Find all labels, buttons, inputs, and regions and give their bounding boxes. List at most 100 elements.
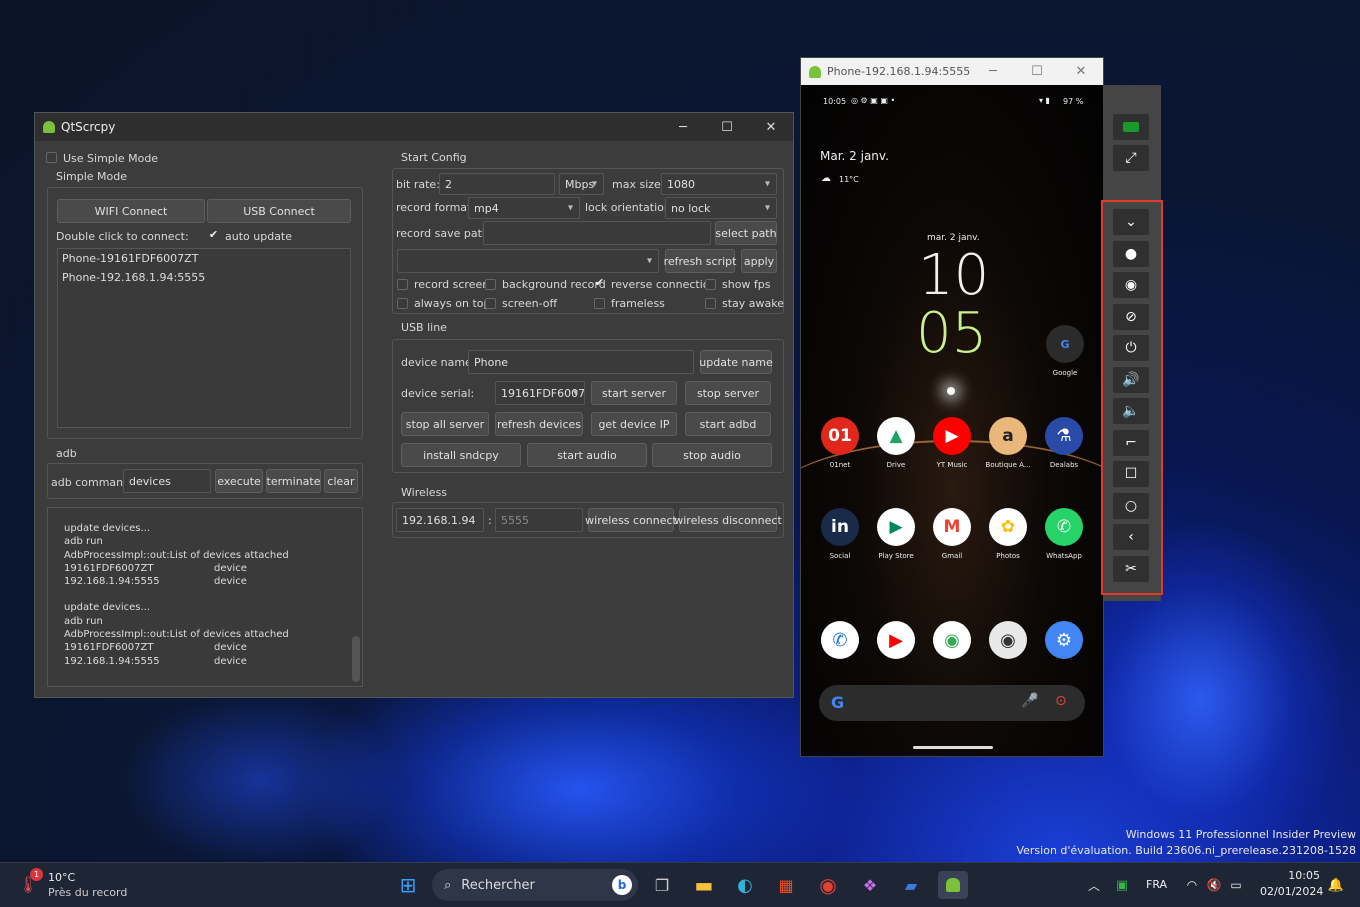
stop-audio-button[interactable]: stop audio	[652, 443, 772, 467]
port-input[interactable]: 5555	[495, 508, 583, 532]
start-server-button[interactable]: start server	[591, 381, 677, 405]
lock-orientation-select[interactable]: no lock	[665, 197, 777, 219]
dock-app-icon[interactable]: ◉	[989, 621, 1027, 659]
app-icon[interactable]: ▶ YT Music	[926, 417, 978, 469]
fullscreen-icon[interactable]: ⤢	[1113, 145, 1149, 171]
minimize-button[interactable]: ─	[661, 113, 705, 141]
app-icon[interactable]: M Gmail	[926, 508, 978, 560]
chevron-up-icon[interactable]: ︿	[1080, 871, 1108, 899]
record-screen-checkbox[interactable]	[397, 279, 408, 290]
device-name-input[interactable]: Phone	[468, 350, 694, 374]
photos-icon[interactable]: ❖	[856, 871, 884, 899]
home-icon[interactable]: ○	[1113, 493, 1149, 519]
overview-icon[interactable]: ☐	[1113, 461, 1149, 487]
google-search-bar[interactable]: G 🎤 ⊙	[819, 685, 1085, 721]
screen-off-checkbox[interactable]	[485, 298, 496, 309]
app-icon[interactable]: in Social	[814, 508, 866, 560]
log-scrollbar[interactable]	[352, 636, 360, 682]
app-icon[interactable]: ⚗ Dealabs	[1038, 417, 1090, 469]
clock-time[interactable]: 10:05	[1260, 869, 1320, 882]
dock-app-icon[interactable]: ▶	[877, 621, 915, 659]
terminate-button[interactable]: terminate	[266, 469, 321, 493]
start-adbd-button[interactable]: start adbd	[685, 412, 771, 436]
device-serial-select[interactable]: 19161FDF6007	[495, 381, 585, 405]
dock-app-icon[interactable]: ◉	[933, 621, 971, 659]
reverse-connection-checkbox[interactable]: ✔	[594, 277, 605, 289]
device-list-item[interactable]: Phone-19161FDF6007ZT	[58, 249, 350, 268]
clock-date[interactable]: 02/01/2024	[1260, 885, 1323, 898]
terminal-icon[interactable]: ▰	[897, 871, 925, 899]
tray-app-icon[interactable]: ▣	[1108, 871, 1136, 899]
phone-screen[interactable]: 10:05 ◎ ⚙ ▣ ▣ • ▾ ▮ 97 % Mar. 2 janv. ☁ …	[801, 85, 1103, 756]
task-view-icon[interactable]: ❐	[648, 871, 676, 899]
collapse-icon[interactable]: ⌄	[1113, 209, 1149, 235]
wireless-connect-button[interactable]: wireless connect	[585, 508, 677, 532]
power-icon[interactable]: ⏻	[1113, 335, 1149, 361]
windows-start-icon[interactable]: ⊞	[394, 871, 422, 899]
update-name-button[interactable]: update name	[699, 350, 773, 374]
max-size-select[interactable]: 1080	[661, 173, 777, 195]
execute-button[interactable]: execute	[215, 469, 263, 493]
back-icon[interactable]: ‹	[1113, 524, 1149, 550]
bit-rate-unit-select[interactable]: Mbps	[559, 173, 604, 195]
dock-app-icon[interactable]: ✆	[821, 621, 859, 659]
eye-icon[interactable]: ◉	[1113, 272, 1149, 298]
language-indicator[interactable]: FRA	[1146, 878, 1167, 891]
stop-all-server-button[interactable]: stop all server	[401, 412, 489, 436]
screenshot-icon[interactable]: ⌐	[1113, 430, 1149, 456]
select-path-button[interactable]: select path	[715, 221, 777, 245]
date-widget[interactable]: Mar. 2 janv.	[820, 149, 889, 163]
record-icon[interactable]: ●	[1113, 241, 1149, 267]
weather-widget[interactable]: 🌡 1 10°C Près du record	[18, 868, 128, 901]
adb-command-input[interactable]: devices	[123, 469, 211, 493]
script-select[interactable]	[397, 249, 659, 273]
store-icon[interactable]: ▦	[772, 871, 800, 899]
scissors-icon[interactable]: ✂	[1113, 556, 1149, 582]
app-icon[interactable]: ▲ Drive	[870, 417, 922, 469]
apply-button[interactable]: apply	[741, 249, 777, 273]
maximize-button[interactable]: ☐	[1015, 58, 1059, 86]
taskbar-search[interactable]: ⌕ Rechercher b	[432, 869, 638, 901]
use-simple-mode-checkbox[interactable]	[46, 152, 57, 163]
chrome-icon[interactable]: ◉	[814, 871, 842, 899]
toolbar-toggle-icon[interactable]	[1113, 114, 1149, 140]
clear-button[interactable]: clear	[324, 469, 358, 493]
lens-icon[interactable]: ⊙	[1055, 693, 1067, 709]
wifi-connect-button[interactable]: WIFI Connect	[57, 199, 205, 223]
device-list[interactable]: Phone-19161FDF6007ZT Phone-192.168.1.94:…	[57, 248, 351, 428]
qtscrcpy-titlebar[interactable]: QtScrcpy ─ ☐ ✕	[35, 113, 793, 141]
mic-icon[interactable]: 🎤	[1021, 693, 1038, 709]
install-sndcpy-button[interactable]: install sndcpy	[401, 443, 521, 467]
close-button[interactable]: ✕	[1059, 58, 1103, 86]
eye-off-icon[interactable]: ⊘	[1113, 304, 1149, 330]
dock-app-icon[interactable]: ⚙	[1045, 621, 1083, 659]
stop-server-button[interactable]: stop server	[685, 381, 771, 405]
app-icon[interactable]: a Boutique A...	[982, 417, 1034, 469]
app-icon[interactable]: ✆ WhatsApp	[1038, 508, 1090, 560]
show-fps-checkbox[interactable]	[705, 279, 716, 290]
app-icon[interactable]: 01 01net	[814, 417, 866, 469]
device-list-item[interactable]: Phone-192.168.1.94:5555	[58, 268, 350, 287]
record-save-path-input[interactable]	[483, 221, 711, 245]
auto-update-checkbox[interactable]: ✔	[208, 229, 219, 241]
refresh-devices-button[interactable]: refresh devices	[495, 412, 583, 436]
background-record-checkbox[interactable]	[485, 279, 496, 290]
close-button[interactable]: ✕	[749, 113, 793, 141]
record-format-select[interactable]: mp4	[468, 197, 580, 219]
notifications-icon[interactable]: 🔔	[1322, 871, 1350, 899]
always-on-top-checkbox[interactable]	[397, 298, 408, 309]
stay-awake-checkbox[interactable]	[705, 298, 716, 309]
ip-address-input[interactable]: 192.168.1.94	[396, 508, 484, 532]
maximize-button[interactable]: ☐	[705, 113, 749, 141]
gesture-bar[interactable]	[913, 746, 993, 749]
start-audio-button[interactable]: start audio	[527, 443, 647, 467]
app-icon[interactable]: ✿ Photos	[982, 508, 1034, 560]
refresh-script-button[interactable]: refresh script	[664, 249, 736, 273]
edge-icon[interactable]: ◐	[731, 871, 759, 899]
qtscrcpy-taskbar-icon[interactable]	[938, 871, 968, 899]
minimize-button[interactable]: ─	[971, 58, 1015, 86]
google-folder[interactable]: G Google	[1039, 325, 1091, 377]
clock-minute[interactable]: 05	[916, 305, 987, 363]
file-explorer-icon[interactable]: ▬	[690, 871, 718, 899]
clock-hour[interactable]: 10	[918, 247, 989, 305]
